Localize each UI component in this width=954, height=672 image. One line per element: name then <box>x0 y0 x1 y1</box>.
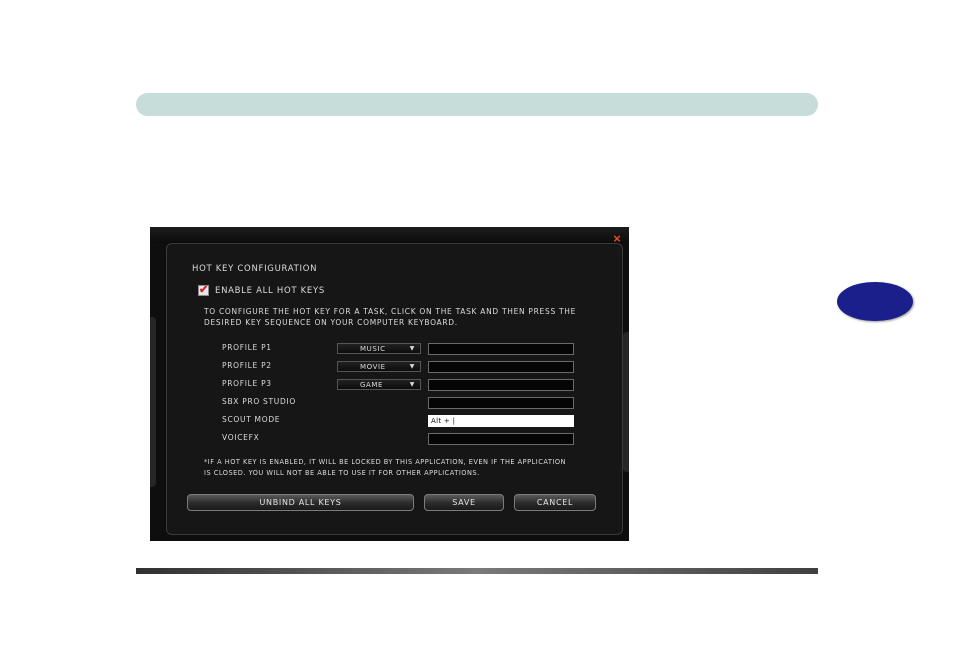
row-label-profile-p3[interactable]: Profile P3 <box>222 379 272 388</box>
profile-p3-dropdown-value: Game <box>360 381 384 389</box>
save-button[interactable]: Save <box>424 494 504 511</box>
dialog-title: Hot Key Configuration <box>192 264 318 274</box>
footnote-line-1: *If a hot key is enabled, it will be loc… <box>204 458 566 466</box>
chevron-down-icon: ▼ <box>409 381 415 388</box>
chapter-tab <box>837 282 913 321</box>
scout-mode-hotkey-field[interactable]: Alt + | <box>428 415 574 427</box>
instruction-line-1: To configure the hot key for a task, cli… <box>204 307 577 316</box>
close-icon[interactable]: × <box>611 232 623 245</box>
dialog-right-edge <box>623 332 629 472</box>
row-label-scout-mode[interactable]: Scout Mode <box>222 415 280 424</box>
profile-p2-dropdown[interactable]: Movie ▼ <box>337 361 421 372</box>
dialog-top-edge <box>150 227 629 243</box>
voicefx-hotkey-field[interactable] <box>428 433 574 445</box>
chevron-down-icon: ▼ <box>409 345 415 352</box>
footnote-line-2: is closed. You will not be able to use i… <box>204 469 480 477</box>
chevron-down-icon: ▼ <box>409 363 415 370</box>
row-label-profile-p2[interactable]: Profile P2 <box>222 361 272 370</box>
profile-p1-hotkey-field[interactable] <box>428 343 574 355</box>
cancel-button[interactable]: Cancel <box>514 494 596 511</box>
profile-p1-dropdown-value: Music <box>360 345 386 353</box>
dialog-left-edge <box>150 317 156 487</box>
profile-p3-hotkey-field[interactable] <box>428 379 574 391</box>
row-label-sbx-pro-studio[interactable]: SBX Pro Studio <box>222 397 296 406</box>
enable-all-label[interactable]: Enable All Hot Keys <box>215 286 325 296</box>
unbind-all-keys-button[interactable]: Unbind All Keys <box>187 494 414 511</box>
page-header-bar <box>136 93 818 116</box>
hotkey-value: Alt + | <box>431 417 456 425</box>
profile-p2-hotkey-field[interactable] <box>428 361 574 373</box>
instruction-line-2: desired key sequence on your computer ke… <box>204 318 458 327</box>
footer-rule <box>136 568 818 574</box>
enable-all-checkbox[interactable] <box>198 283 209 296</box>
row-label-profile-p1[interactable]: Profile P1 <box>222 343 272 352</box>
row-label-voicefx[interactable]: VoiceFX <box>222 433 259 442</box>
sbx-pro-studio-hotkey-field[interactable] <box>428 397 574 409</box>
profile-p1-dropdown[interactable]: Music ▼ <box>337 343 421 354</box>
profile-p3-dropdown[interactable]: Game ▼ <box>337 379 421 390</box>
profile-p2-dropdown-value: Movie <box>360 363 386 371</box>
hot-key-dialog: × Hot Key Configuration Enable All Hot K… <box>150 227 629 541</box>
